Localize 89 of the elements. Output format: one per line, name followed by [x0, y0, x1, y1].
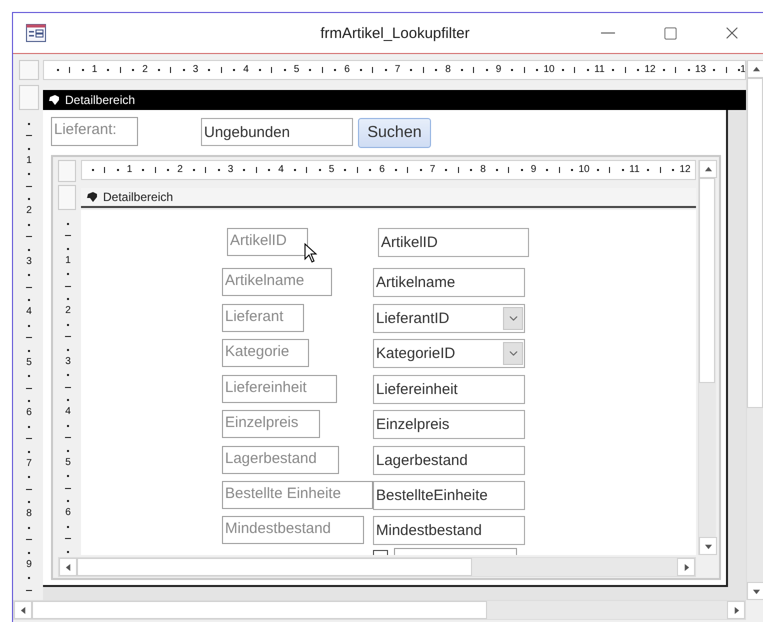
- caret-right-icon: [682, 564, 690, 570]
- ruler-number: 5: [65, 458, 71, 468]
- search-button[interactable]: Suchen: [358, 118, 431, 148]
- scroll-right-button[interactable]: [677, 558, 695, 576]
- scroll-right-button[interactable]: [727, 601, 745, 619]
- section-title: Detailbereich: [65, 93, 136, 107]
- ruler-number: 6: [26, 408, 32, 418]
- ruler-number: 2: [177, 165, 183, 175]
- ruler-number: 3: [192, 65, 198, 75]
- combo-box[interactable]: LieferantID: [373, 304, 525, 333]
- ruler-number: 12: [644, 65, 656, 75]
- ruler-number: 5: [294, 65, 300, 75]
- scroll-left-button[interactable]: [59, 558, 77, 576]
- ruler-number: 2: [26, 206, 32, 216]
- caret-down-icon: [704, 542, 712, 550]
- scroll-up-button[interactable]: [699, 160, 717, 178]
- ruler-number: 3: [65, 356, 71, 366]
- scroll-left-button[interactable]: [14, 601, 32, 619]
- ruler-number: 13: [694, 65, 706, 75]
- section-selector[interactable]: [58, 185, 76, 210]
- ruler-number: 5: [328, 165, 334, 175]
- ruler-number: 9: [530, 165, 536, 175]
- ruler-number: 3: [26, 256, 32, 266]
- section-selector[interactable]: [19, 85, 39, 110]
- caret-up-icon: [704, 166, 712, 172]
- caret-down-icon: [752, 588, 760, 594]
- text-box[interactable]: Lagerbestand: [373, 446, 525, 475]
- ruler-number: 7: [430, 165, 436, 175]
- ruler-number: 8: [26, 509, 32, 519]
- ruler-number: 9: [496, 65, 502, 75]
- ruler-number: 8: [445, 65, 451, 75]
- vertical-scrollbar[interactable]: [746, 60, 763, 600]
- ruler-number: 6: [344, 65, 350, 75]
- ruler-number: 9: [26, 560, 32, 570]
- caret-left-icon: [64, 564, 72, 570]
- ruler-number: 2: [65, 306, 71, 316]
- section-header[interactable]: Detailbereich: [43, 90, 746, 110]
- ruler-number: 7: [26, 458, 32, 468]
- scroll-up-button[interactable]: [747, 60, 763, 78]
- ruler-number: 11: [629, 165, 640, 175]
- ruler-number: 1: [740, 65, 745, 75]
- text-box[interactable]: Ungebunden: [201, 118, 353, 146]
- ruler-number: 6: [65, 508, 71, 518]
- minimize-icon: [601, 32, 615, 34]
- ruler-number: 3: [228, 165, 234, 175]
- text-box[interactable]: Einzelpreis: [373, 410, 525, 439]
- scroll-down-button[interactable]: [747, 582, 763, 600]
- ruler-number: 6: [379, 165, 385, 175]
- ruler-number: 2: [142, 65, 148, 75]
- text-box[interactable]: ArtikelID: [378, 228, 529, 257]
- caret-right-icon: [732, 606, 740, 614]
- combo-box[interactable]: KategorieID: [373, 339, 525, 368]
- text-box[interactable]: Artikelname: [373, 268, 525, 297]
- window-title: frmArtikel_Lookupfilter: [320, 24, 470, 42]
- form-selector[interactable]: [19, 60, 39, 80]
- section-header[interactable]: Detailbereich: [81, 188, 696, 208]
- form-icon: [26, 24, 46, 42]
- section-title: Detailbereich: [103, 190, 174, 204]
- ruler-number: 4: [65, 407, 71, 417]
- caret-left-icon: [20, 606, 26, 614]
- caret-up-icon: [752, 66, 760, 72]
- ruler-number: 1: [26, 156, 32, 166]
- scroll-down-button[interactable]: [699, 537, 717, 555]
- scrollbar-thumb[interactable]: [77, 558, 472, 576]
- form-selector[interactable]: [58, 160, 76, 182]
- scrollbar-thumb[interactable]: [32, 601, 487, 619]
- ruler-number: 10: [578, 165, 590, 175]
- ruler-number: 7: [394, 65, 400, 75]
- horizontal-scrollbar[interactable]: [13, 600, 746, 620]
- ruler-number: 1: [65, 256, 71, 266]
- mouse-pointer-icon: [304, 243, 318, 264]
- vertical-scrollbar[interactable]: [698, 160, 716, 555]
- ruler-number: 4: [26, 307, 32, 317]
- ruler-number: 12: [679, 165, 691, 175]
- ruler-number: 8: [480, 165, 486, 175]
- scrollbar-thumb[interactable]: [699, 178, 715, 383]
- ruler-number: 1: [92, 65, 98, 75]
- scrollbar-thumb[interactable]: [747, 78, 763, 408]
- ruler-number: 11: [594, 65, 605, 75]
- text-box[interactable]: Liefereinheit: [373, 375, 525, 404]
- ruler-number: 5: [26, 358, 32, 368]
- ruler-number: 1: [126, 165, 132, 175]
- ruler-number: 4: [243, 65, 249, 75]
- maximize-icon: [662, 26, 678, 40]
- horizontal-scrollbar[interactable]: [58, 557, 696, 577]
- ruler-number: 10: [543, 65, 555, 75]
- ruler-number: 4: [278, 165, 284, 175]
- text-box[interactable]: Mindestbestand: [373, 516, 525, 545]
- text-box[interactable]: BestellteEinheite: [373, 481, 525, 510]
